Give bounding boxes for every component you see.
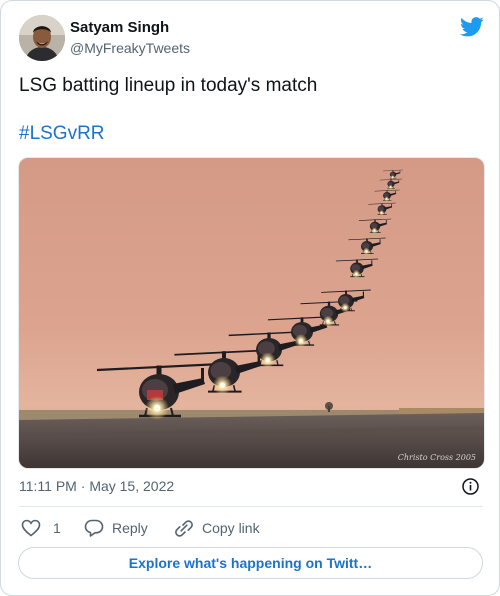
avatar-image [19,15,65,61]
reply-bubble-icon [84,519,104,538]
tweet-photo[interactable]: Christo Cross 2005 [18,157,485,469]
info-icon[interactable] [462,478,479,495]
avatar[interactable] [19,15,65,61]
tweet-date[interactable]: May 15, 2022 [89,478,174,494]
tweet-timestamp[interactable]: 11:11 PM · May 15, 2022 [19,478,174,495]
author-handle[interactable]: @MyFreakyTweets [70,40,190,57]
image-credit: Christo Cross 2005 [397,453,476,462]
tweet-time[interactable]: 11:11 PM [19,478,77,494]
reply-button[interactable]: Reply [84,518,148,538]
heart-icon [21,519,41,537]
link-icon [174,519,194,538]
tweet-card[interactable]: Satyam Singh @MyFreakyTweets LSG batting… [0,0,500,596]
reply-label: Reply [112,520,148,536]
divider [19,506,483,507]
timestamp-separator: · [80,478,86,494]
author-name[interactable]: Satyam Singh [70,19,169,37]
helicopter-formation-image [19,158,484,468]
hashtag-link[interactable]: #LSGvRR [19,122,105,146]
copy-link-button[interactable]: Copy link [174,518,260,538]
twitter-bird-icon[interactable] [460,17,484,37]
tweet-text: LSG batting lineup in today's match [19,75,318,96]
explore-button[interactable]: Explore what's happening on Twitt… [18,547,483,579]
like-button[interactable]: 1 [21,518,61,538]
copy-link-label: Copy link [202,520,260,536]
like-count: 1 [53,520,61,536]
